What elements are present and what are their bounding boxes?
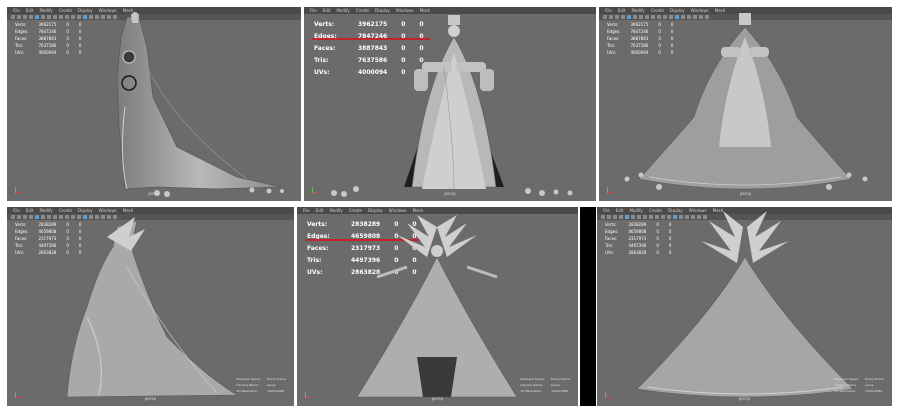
camera-label: persp	[738, 396, 751, 401]
hud-value: 1920x1080	[267, 389, 285, 393]
viewport-panel-bottom-right[interactable]: File Edit Modify Create Display Windows Mesh V…	[597, 207, 892, 406]
hud-value: 1920x1080	[865, 389, 883, 393]
playback-hud: Playback Speed: Every Frame Camera Name: pe…	[236, 377, 286, 394]
hud-label: Camera Name:	[520, 383, 543, 387]
character-back-view	[624, 13, 868, 190]
panel-gap-black	[580, 207, 596, 406]
hud-label: Camera Name:	[834, 383, 857, 387]
playback-hud: Playback Speed: Every Frame Camera Name: pe…	[834, 377, 884, 394]
viewport-panel-bottom-middle[interactable]: File Edit Modify Create Display Windows Mesh V…	[297, 207, 578, 406]
camera-label: persp	[444, 191, 456, 196]
hud-value: 1920x1080	[551, 389, 569, 393]
camera-label: persp	[148, 191, 160, 196]
viewport-panel-bottom-left[interactable]: File Edit Modify Create Display Windows Mesh V…	[7, 207, 294, 406]
hud-value: persp	[865, 383, 874, 387]
hud-value: Every Frame	[267, 377, 286, 381]
camera-label: persp	[739, 191, 752, 196]
viewport-panel-top-middle[interactable]: File Edit Modify Create Display Windows Mesh V…	[304, 7, 596, 201]
hud-label: Playback Speed:	[834, 377, 860, 381]
hud-value: persp	[267, 383, 276, 387]
camera-label: persp	[431, 396, 444, 401]
hud-label: Camera Name:	[236, 383, 259, 387]
hud-label: Playback Speed:	[520, 377, 546, 381]
hud-value: Every Frame	[551, 377, 570, 381]
hud-label: 3D Resolution:	[236, 389, 259, 393]
viewport-panel-top-left[interactable]: File Edit Modify Create Display Windows Mesh V…	[7, 7, 301, 201]
viewport-grid: File Edit Modify Create Display Windows Mesh V…	[0, 0, 899, 414]
viewport-panel-top-right[interactable]: File Edit Modify Create Display Windows Mesh V…	[599, 7, 892, 201]
camera-label: persp	[144, 396, 157, 401]
character-front-view	[331, 15, 573, 197]
hud-label: 3D Resolution:	[520, 389, 543, 393]
hud-label: Playback Speed:	[236, 377, 262, 381]
playback-hud: Playback Speed: Every Frame Camera Name: pe…	[520, 377, 570, 394]
character-side-view	[116, 12, 284, 197]
hud-label: 3D Resolution:	[834, 389, 857, 393]
hud-value: Every Frame	[865, 377, 884, 381]
hud-value: persp	[551, 383, 560, 387]
